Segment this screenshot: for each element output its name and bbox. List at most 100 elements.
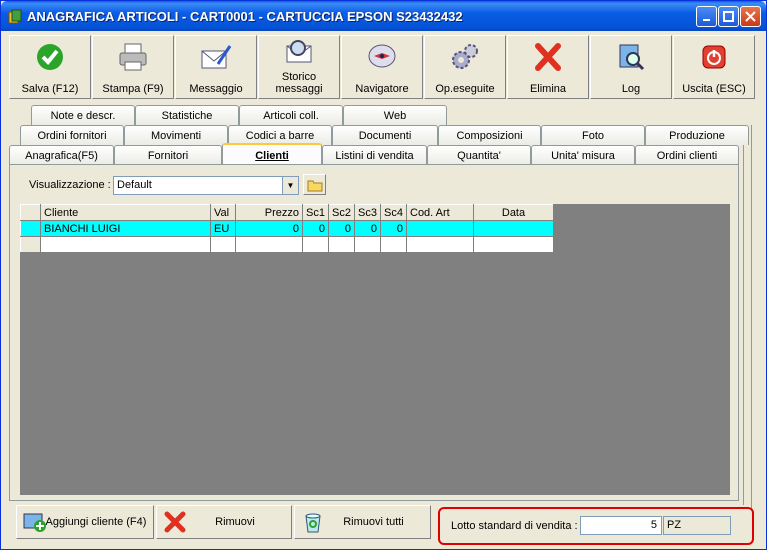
cell-val[interactable]: EU [210,220,236,237]
message-label: Messaggio [189,83,243,95]
toolbar: Salva (F12) Stampa (F9) Messaggio Storic… [9,35,759,99]
save-button[interactable]: Salva (F12) [9,35,91,99]
search-envelope-icon [286,40,312,63]
exit-label: Uscita (ESC) [682,83,746,95]
tab-note[interactable]: Note e descr. [31,105,135,125]
tab-movimenti[interactable]: Movimenti [124,125,228,145]
column-header[interactable]: Cod. Art [406,204,474,221]
close-icon [745,11,756,22]
clients-grid[interactable]: Cliente Val Prezzo Sc1 Sc2 Sc3 Sc4 Cod. … [20,204,730,495]
cell-prezzo[interactable]: 0 [235,220,303,237]
tab-fornitori[interactable]: Fornitori [114,145,222,165]
cell-cod-art[interactable] [406,220,474,237]
log-button[interactable]: Log [590,35,672,99]
exit-power-icon [702,45,726,69]
message-history-label-2: messaggi [275,83,323,95]
cell-empty[interactable] [40,236,211,253]
add-client-button[interactable]: Aggiungi cliente (F4) [16,505,154,539]
exit-button[interactable]: Uscita (ESC) [673,35,755,99]
operations-label: Op.eseguite [435,83,495,95]
column-header[interactable]: Prezzo [235,204,303,221]
tab-documenti[interactable]: Documenti [332,125,438,145]
tab-ordini-clienti[interactable]: Ordini clienti [635,145,739,165]
cell-empty[interactable] [473,236,554,253]
row-indicator[interactable] [20,236,41,253]
log-search-icon [619,44,645,71]
remove-label: Rimuovi [215,516,255,528]
row-indicator[interactable] [20,220,41,237]
tab-codici-barre[interactable]: Codici a barre [228,125,332,145]
gears-icon [452,44,478,69]
column-header[interactable]: Val [210,204,236,221]
clients-table: Cliente Val Prezzo Sc1 Sc2 Sc3 Sc4 Cod. … [20,204,554,253]
cell-sc4[interactable]: 0 [380,220,407,237]
table-row-new[interactable] [20,236,554,253]
table-row[interactable]: BIANCHI LUIGI EU 0 0 0 0 0 [20,220,554,237]
tab-produzione[interactable]: Produzione [645,125,749,145]
tab-quantita[interactable]: Quantita' [427,145,531,165]
cell-sc1[interactable]: 0 [302,220,329,237]
title-bar[interactable]: ANAGRAFICA ARTICOLI - CART0001 - CARTUCC… [1,1,766,31]
check-icon [37,44,63,70]
folder-icon [307,180,322,191]
tab-unita-misura[interactable]: Unita' misura [531,145,635,165]
cell-empty[interactable] [354,236,381,253]
app-icon [8,9,22,24]
cell-cliente[interactable]: BIANCHI LUIGI [40,220,211,237]
column-header[interactable]: Data [473,204,554,221]
main-window: ANAGRAFICA ARTICOLI - CART0001 - CARTUCC… [0,0,767,550]
tab-foto[interactable]: Foto [541,125,645,145]
log-label: Log [621,83,641,95]
cell-empty[interactable] [406,236,474,253]
tab-listini-vendita[interactable]: Listini di vendita [322,145,427,165]
window-title: ANAGRAFICA ARTICOLI - CART0001 - CARTUCC… [27,9,463,24]
lotto-unit-field: PZ [663,516,731,535]
navigator-label: Navigatore [355,83,409,95]
remove-button[interactable]: Rimuovi [156,505,292,539]
cell-sc2[interactable]: 0 [328,220,355,237]
visualizzazione-label: Visualizzazione : [29,179,111,191]
column-header[interactable]: Sc3 [354,204,381,221]
maximize-button[interactable] [718,6,739,27]
printer-icon [119,43,147,71]
lotto-label: Lotto standard di vendita : [451,520,578,532]
message-button[interactable]: Messaggio [175,35,257,99]
save-label: Salva (F12) [21,83,79,95]
minimize-button[interactable] [696,6,717,27]
cell-empty[interactable] [210,236,236,253]
cell-empty[interactable] [328,236,355,253]
tab-articoli-coll[interactable]: Articoli coll. [239,105,343,125]
tab-clienti[interactable]: Clienti [222,143,322,166]
column-header[interactable]: Sc1 [302,204,329,221]
tab-web[interactable]: Web [343,105,447,125]
open-folder-button[interactable] [303,174,326,195]
operations-button[interactable]: Op.eseguite [424,35,506,99]
visualizzazione-value: Default [117,179,152,191]
cell-empty[interactable] [302,236,329,253]
remove-all-button[interactable]: Rimuovi tutti [294,505,431,539]
column-header[interactable]: Sc4 [380,204,407,221]
chevron-down-icon[interactable]: ▼ [282,177,298,194]
add-client-label: Aggiungi cliente (F4) [45,516,147,528]
tab-statistiche[interactable]: Statistiche [135,105,239,125]
cell-sc3[interactable]: 0 [354,220,381,237]
cell-data[interactable] [473,220,554,237]
delete-button[interactable]: Elimina [507,35,589,99]
cell-empty[interactable] [380,236,407,253]
visualizzazione-select[interactable]: Default ▼ [113,176,299,195]
tab-anagrafica[interactable]: Anagrafica(F5) [9,145,114,165]
message-history-button[interactable]: Storico messaggi [258,35,340,99]
tab-composizioni[interactable]: Composizioni [438,125,541,145]
navigator-button[interactable]: Navigatore [341,35,423,99]
lotto-value-field[interactable]: 5 [580,516,662,535]
minimize-icon [702,18,710,21]
cell-empty[interactable] [235,236,303,253]
column-header[interactable]: Sc2 [328,204,355,221]
column-header[interactable]: Cliente [40,204,211,221]
message-history-label-1: Storico [281,71,317,83]
print-button[interactable]: Stampa (F9) [92,35,174,99]
tab-ordini-fornitori[interactable]: Ordini fornitori [20,125,124,145]
delete-x-icon [535,43,561,71]
compass-icon [368,44,396,68]
close-button[interactable] [740,6,761,27]
